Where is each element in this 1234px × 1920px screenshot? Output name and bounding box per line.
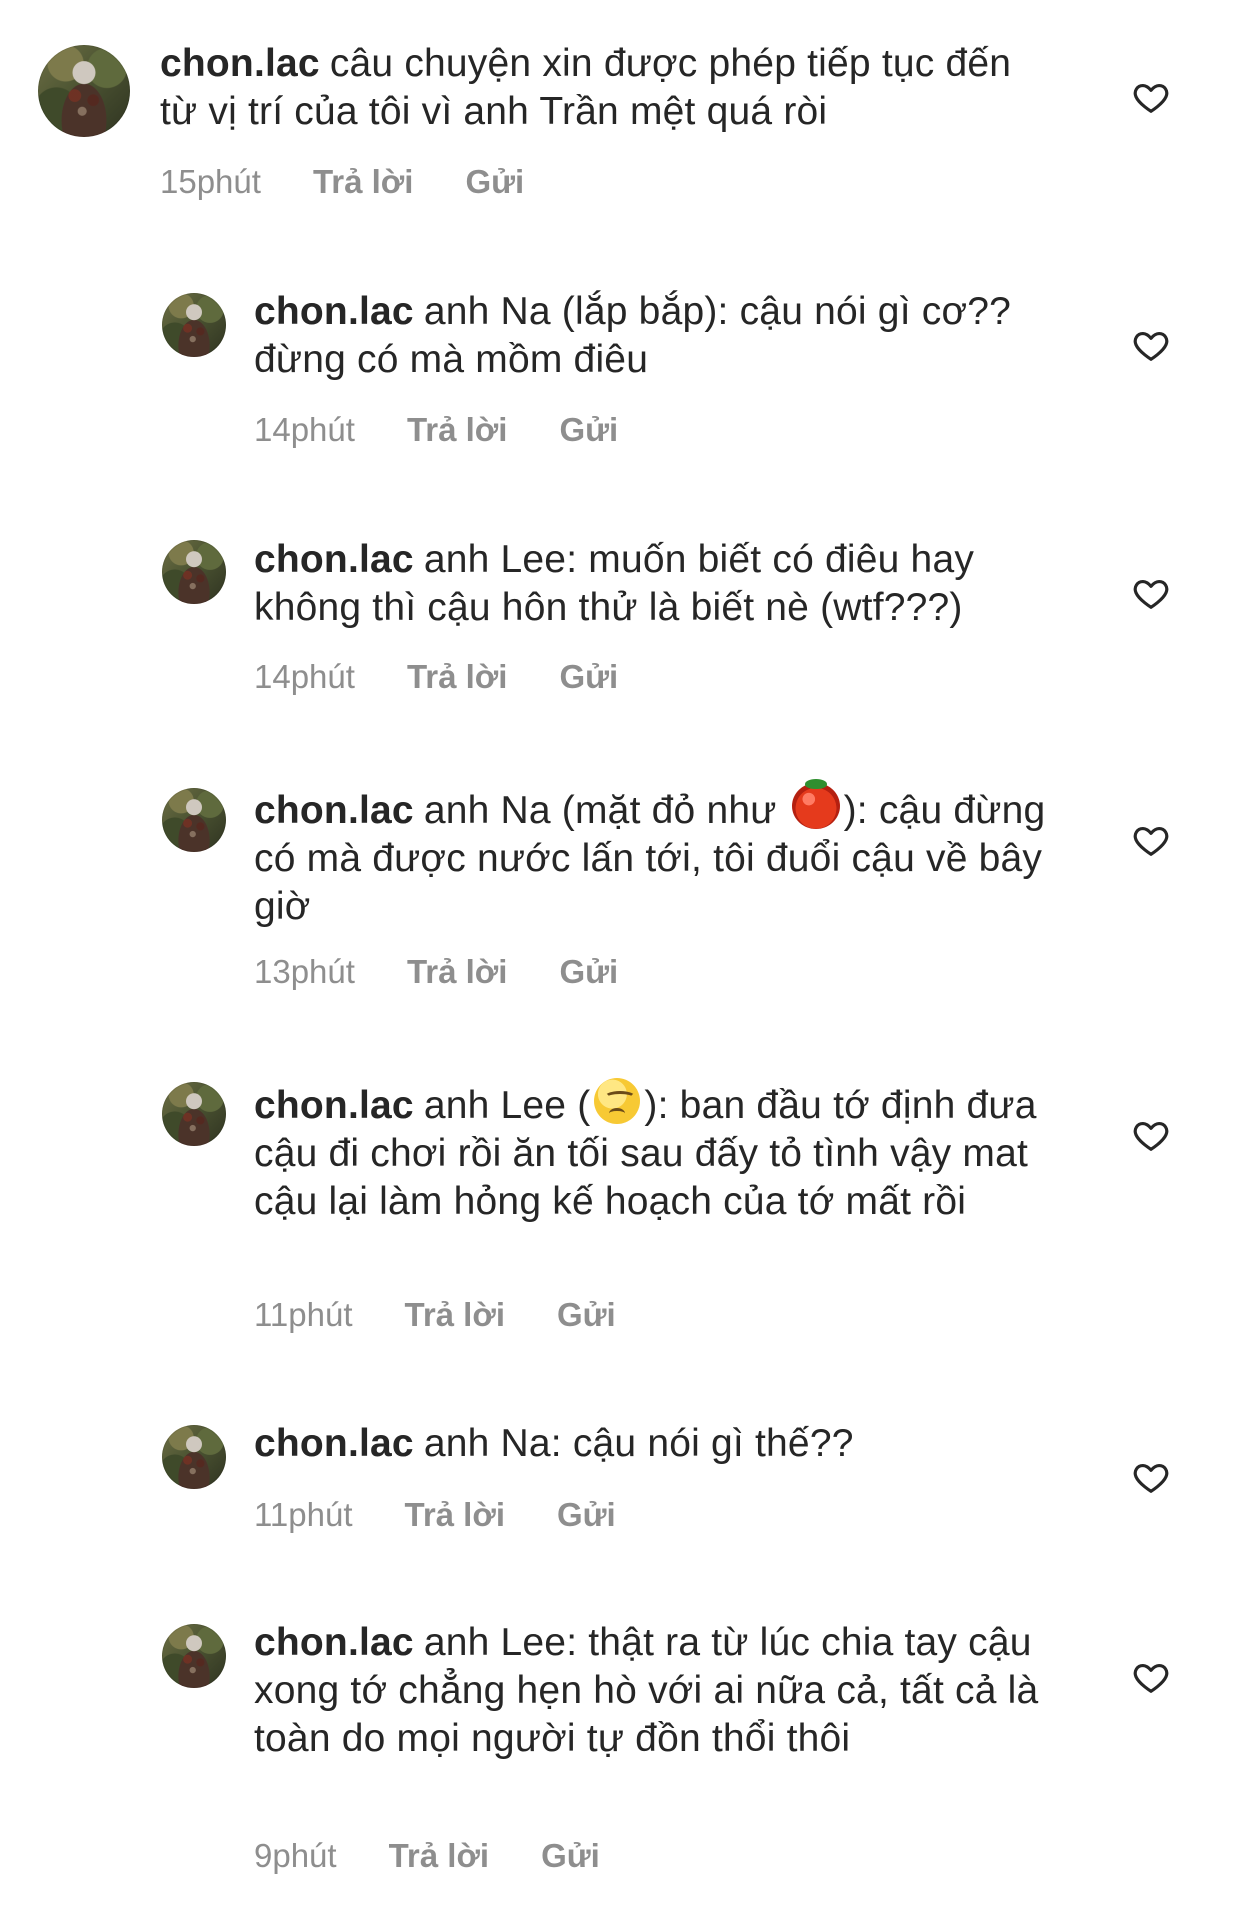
- like-heart-icon[interactable]: [1132, 326, 1170, 364]
- comment-text: chon.lac anh Lee: muốn biết có điêu hay k…: [254, 536, 1074, 632]
- send-button[interactable]: Gửi: [541, 1836, 600, 1876]
- comment-meta: 14phút Trả lời Gửi: [254, 410, 618, 450]
- comment-text: chon.lac anh Na (mặt đỏ như ): cậu đừng c…: [254, 779, 1074, 931]
- avatar[interactable]: [162, 788, 226, 852]
- comment-meta: 11phút Trả lời Gửi: [254, 1495, 616, 1535]
- comment-text: chon.lac câu chuyện xin được phép tiếp tụ…: [160, 40, 1040, 136]
- reply-button[interactable]: Trả lời: [407, 657, 508, 697]
- like-heart-icon[interactable]: [1132, 821, 1170, 859]
- timestamp: 14phút: [254, 411, 355, 448]
- avatar[interactable]: [162, 540, 226, 604]
- comment-meta: 15phút Trả lời Gửi: [160, 162, 524, 202]
- username[interactable]: chon.lac: [254, 290, 414, 333]
- send-button[interactable]: Gửi: [557, 1495, 616, 1535]
- timestamp: 14phút: [254, 658, 355, 695]
- send-button[interactable]: Gửi: [559, 410, 618, 450]
- reply-button[interactable]: Trả lời: [407, 410, 508, 450]
- avatar[interactable]: [38, 45, 130, 137]
- comment-text: chon.lac anh Lee (): ban đầu tớ định đưa …: [254, 1078, 1074, 1226]
- avatar[interactable]: [162, 1082, 226, 1146]
- send-button[interactable]: Gửi: [559, 952, 618, 992]
- username[interactable]: chon.lac: [160, 42, 320, 85]
- username[interactable]: chon.lac: [254, 1084, 414, 1127]
- like-heart-icon[interactable]: [1132, 78, 1170, 116]
- avatar[interactable]: [162, 293, 226, 357]
- comment-body: anh Na: cậu nói gì thế??: [423, 1422, 854, 1465]
- comment-meta: 11phút Trả lời Gửi: [254, 1295, 616, 1335]
- like-heart-icon[interactable]: [1132, 1116, 1170, 1154]
- send-button[interactable]: Gửi: [465, 162, 524, 202]
- reply-button[interactable]: Trả lời: [404, 1495, 505, 1535]
- comment-meta: 9phút Trả lời Gửi: [254, 1836, 600, 1876]
- timestamp: 9phút: [254, 1837, 337, 1874]
- comment-meta: 14phút Trả lời Gửi: [254, 657, 618, 697]
- like-heart-icon[interactable]: [1132, 574, 1170, 612]
- comment-text: chon.lac anh Lee: thật ra từ lúc chia tay…: [254, 1619, 1074, 1763]
- avatar[interactable]: [162, 1624, 226, 1688]
- timestamp: 11phút: [254, 1496, 353, 1533]
- username[interactable]: chon.lac: [254, 538, 414, 581]
- send-button[interactable]: Gửi: [557, 1295, 616, 1335]
- like-heart-icon[interactable]: [1132, 1658, 1170, 1696]
- comment-text: chon.lac anh Na (lắp bắp): cậu nói gì cơ?…: [254, 288, 1074, 384]
- reply-button[interactable]: Trả lời: [407, 952, 508, 992]
- reply-button[interactable]: Trả lời: [404, 1295, 505, 1335]
- disappointed-face-emoji-icon: [594, 1078, 641, 1124]
- reply-button[interactable]: Trả lời: [389, 1836, 490, 1876]
- timestamp: 11phút: [254, 1296, 353, 1333]
- timestamp: 15phút: [160, 163, 261, 200]
- comment-text: chon.lac anh Na: cậu nói gì thế??: [254, 1420, 1074, 1468]
- comment-meta: 13phút Trả lời Gửi: [254, 952, 618, 992]
- send-button[interactable]: Gửi: [559, 657, 618, 697]
- username[interactable]: chon.lac: [254, 1621, 414, 1664]
- timestamp: 13phút: [254, 953, 355, 990]
- avatar[interactable]: [162, 1425, 226, 1489]
- username[interactable]: chon.lac: [254, 1422, 414, 1465]
- like-heart-icon[interactable]: [1132, 1458, 1170, 1496]
- username[interactable]: chon.lac: [254, 789, 414, 832]
- tomato-emoji-icon: [791, 779, 840, 829]
- reply-button[interactable]: Trả lời: [313, 162, 414, 202]
- comment-body-start: anh Lee (: [423, 1084, 591, 1127]
- comment-body-start: anh Na (mặt đỏ như: [423, 789, 788, 832]
